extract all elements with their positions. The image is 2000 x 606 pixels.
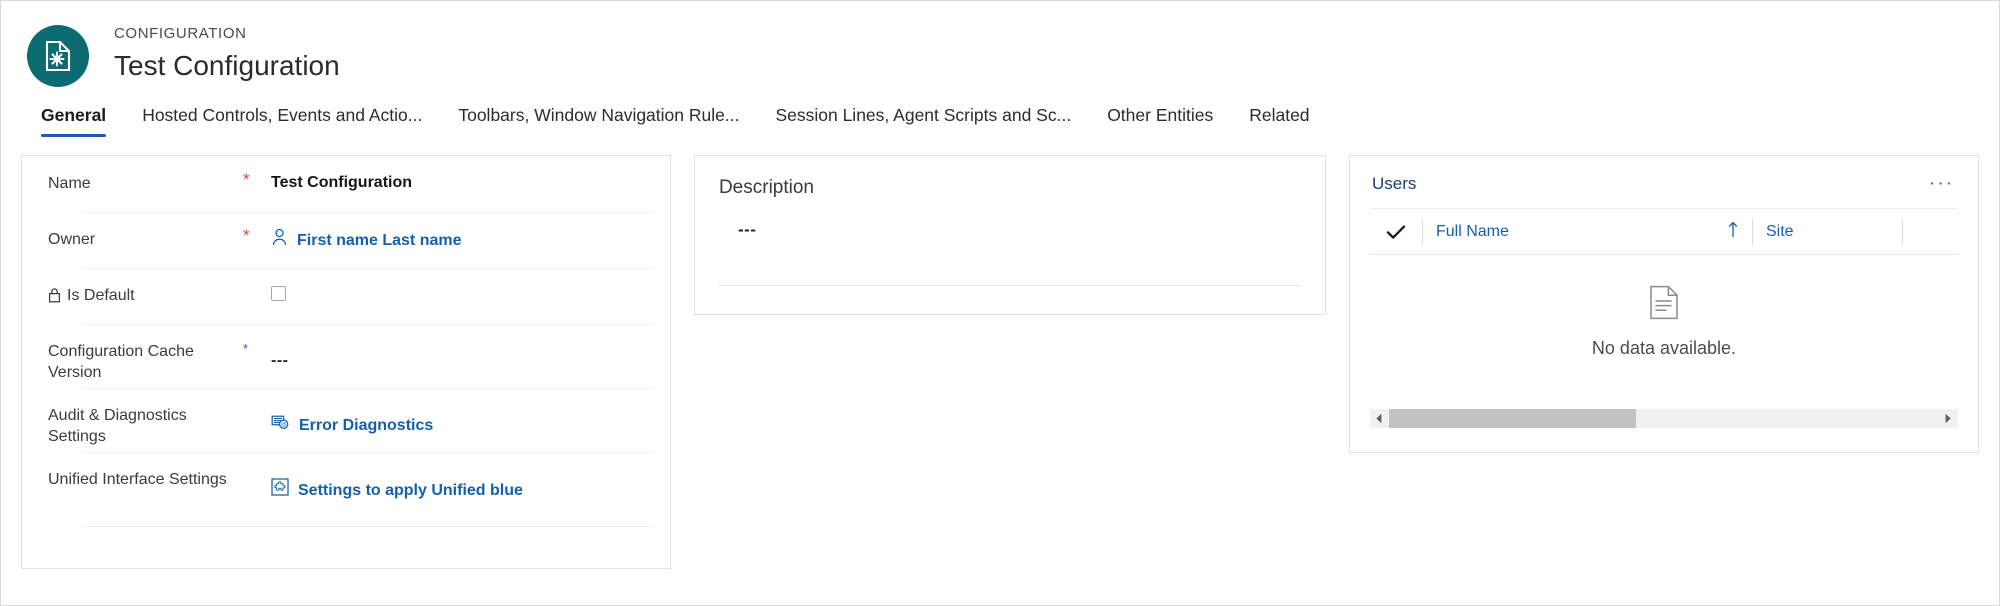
configuration-document-gear-icon xyxy=(27,25,89,87)
field-row-configuration-cache-version: Configuration Cache Version * --- xyxy=(22,324,670,388)
field-value-unified-interface-settings: Settings to apply Unified blue xyxy=(271,452,644,503)
field-label-wrap-is-default: Is Default xyxy=(48,268,243,308)
field-label-owner: Owner xyxy=(48,231,96,248)
field-value-is-default xyxy=(271,268,644,301)
field-label-audit-diagnostics-settings: Audit & Diagnostics Settings xyxy=(48,407,187,445)
req-wrap-owner: * xyxy=(243,212,271,246)
field-label-configuration-cache-version: Configuration Cache Version xyxy=(48,343,194,381)
puzzle-piece-icon xyxy=(271,478,289,503)
column-header-full-name-label: Full Name xyxy=(1435,222,1509,240)
users-empty-state-text: No data available. xyxy=(1591,338,1737,358)
field-label-is-default: Is Default xyxy=(67,287,135,304)
is-default-checkbox[interactable] xyxy=(271,286,286,301)
field-label-wrap-audit-diagnostics-settings: Audit & Diagnostics Settings xyxy=(48,388,243,447)
arrow-up-icon xyxy=(1727,221,1739,243)
description-card: Description --- xyxy=(693,155,1326,315)
description-underline xyxy=(718,285,1301,286)
users-subgrid-card: Users ··· Full Name Site No data availab… xyxy=(1348,155,1979,453)
field-label-wrap-configuration-cache-version: Configuration Cache Version xyxy=(48,324,243,383)
field-row-is-default: Is Default xyxy=(22,268,670,324)
person-icon xyxy=(271,228,288,253)
req-wrap-audit-diagnostics-settings xyxy=(243,388,271,422)
fields-trailing-divider xyxy=(84,526,652,527)
empty-document-icon xyxy=(1649,285,1679,325)
field-value-configuration-cache-version[interactable]: --- xyxy=(271,324,644,372)
general-fields-card: Name * Test Configuration Owner * First … xyxy=(21,155,671,569)
unified-interface-settings-link[interactable]: Settings to apply Unified blue xyxy=(298,480,523,502)
header-text-block: CONFIGURATION Test Configuration xyxy=(114,24,340,84)
field-value-name[interactable]: Test Configuration xyxy=(271,156,644,194)
tab-other-entities[interactable]: Other Entities xyxy=(1089,104,1231,137)
tab-toolbars[interactable]: Toolbars, Window Navigation Rule... xyxy=(440,104,757,137)
scrollbar-thumb[interactable] xyxy=(1388,409,1637,428)
tab-related[interactable]: Related xyxy=(1231,104,1327,137)
field-row-unified-interface-settings: Unified Interface Settings Settings to a… xyxy=(22,452,670,516)
svg-text:@: @ xyxy=(281,422,286,428)
description-value[interactable]: --- xyxy=(695,200,1325,240)
form-body: Name * Test Configuration Owner * First … xyxy=(1,137,1999,569)
users-overflow-menu-button[interactable]: ··· xyxy=(1927,173,1956,195)
tab-general[interactable]: General xyxy=(23,104,124,137)
users-grid-header-row: Full Name Site xyxy=(1369,208,1958,255)
users-empty-state: No data available. xyxy=(1350,255,1978,359)
caret-left-icon[interactable] xyxy=(1370,409,1389,428)
users-header: Users ··· xyxy=(1350,156,1978,195)
tab-hosted-controls[interactable]: Hosted Controls, Events and Actio... xyxy=(124,104,440,137)
tab-session-lines[interactable]: Session Lines, Agent Scripts and Sc... xyxy=(757,104,1089,137)
page-title: Test Configuration xyxy=(114,50,340,81)
entity-type-label: CONFIGURATION xyxy=(114,25,247,42)
owner-link[interactable]: First name Last name xyxy=(297,230,462,252)
column-header-site[interactable]: Site xyxy=(1751,218,1902,245)
field-row-audit-diagnostics-settings: Audit & Diagnostics Settings @ Error Dia… xyxy=(22,388,670,452)
req-wrap-is-default xyxy=(243,268,271,302)
users-horizontal-scrollbar[interactable] xyxy=(1369,409,1958,428)
diagnostics-list-icon: @ xyxy=(271,414,290,438)
field-label-wrap-name: Name xyxy=(48,156,243,194)
page-header: CONFIGURATION Test Configuration xyxy=(1,1,1999,93)
checkmark-icon[interactable] xyxy=(1370,224,1422,240)
description-label: Description xyxy=(718,177,814,198)
field-value-owner: First name Last name xyxy=(271,212,644,253)
recommended-asterisk-configuration-cache-version: * xyxy=(243,341,249,356)
field-label-unified-interface-settings: Unified Interface Settings xyxy=(48,471,227,488)
caret-right-icon[interactable] xyxy=(1939,409,1958,428)
column-header-divider xyxy=(1901,218,1903,245)
form-tab-bar: General Hosted Controls, Events and Acti… xyxy=(1,93,1999,137)
error-diagnostics-link[interactable]: Error Diagnostics xyxy=(299,415,433,437)
configuration-form-page: CONFIGURATION Test Configuration General… xyxy=(0,0,2000,606)
field-label-wrap-owner: Owner xyxy=(48,212,243,250)
users-title: Users xyxy=(1371,174,1417,193)
scrollbar-track[interactable] xyxy=(1388,409,1939,428)
req-wrap-configuration-cache-version: * xyxy=(243,324,271,358)
field-row-owner: Owner * First name Last name xyxy=(22,212,670,268)
req-wrap-name: * xyxy=(243,156,271,190)
field-value-audit-diagnostics-settings: @ Error Diagnostics xyxy=(271,388,644,438)
required-asterisk-name: * xyxy=(243,170,250,189)
column-header-full-name[interactable]: Full Name xyxy=(1421,218,1752,245)
field-label-wrap-unified-interface-settings: Unified Interface Settings xyxy=(48,452,243,490)
field-label-name: Name xyxy=(48,175,91,192)
req-wrap-unified-interface-settings xyxy=(243,452,271,486)
field-row-name: Name * Test Configuration xyxy=(22,156,670,212)
required-asterisk-owner: * xyxy=(243,226,250,245)
column-header-site-label: Site xyxy=(1765,222,1794,240)
lock-icon xyxy=(48,287,61,308)
